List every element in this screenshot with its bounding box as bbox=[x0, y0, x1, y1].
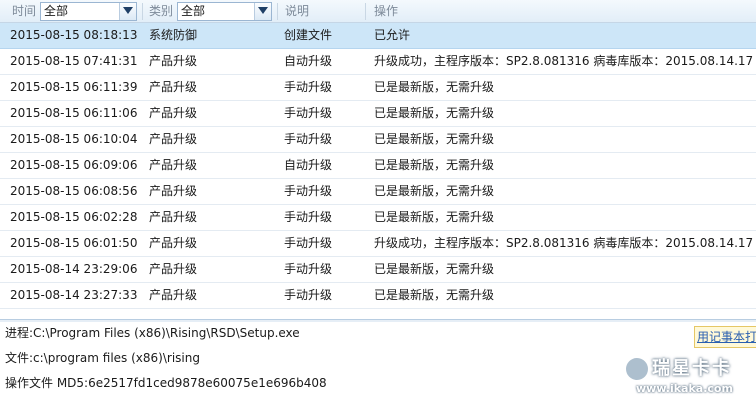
row-action: 已是最新版，无需升级 bbox=[374, 288, 495, 302]
table-row[interactable]: 2015-08-15 06:08:56 产品升级 手动升级 已是最新版，无需升级 bbox=[0, 179, 756, 205]
action-column-label: 操作 bbox=[374, 4, 399, 18]
rising-logo-icon bbox=[626, 358, 648, 380]
row-category: 产品升级 bbox=[149, 54, 198, 68]
row-action: 已是最新版，无需升级 bbox=[374, 210, 495, 224]
log-table: 2015-08-15 08:18:13 系统防御 创建文件 已允许 2015-0… bbox=[0, 23, 756, 309]
table-row[interactable]: 2015-08-15 08:18:13 系统防御 创建文件 已允许 bbox=[0, 23, 756, 49]
table-row[interactable]: 2015-08-14 23:29:06 产品升级 手动升级 已是最新版，无需升级 bbox=[0, 257, 756, 283]
row-action: 已允许 bbox=[374, 28, 411, 42]
row-description: 手动升级 bbox=[284, 210, 333, 224]
time-filter-value: 全部 bbox=[44, 4, 69, 18]
row-action: 已是最新版，无需升级 bbox=[374, 106, 495, 120]
table-row[interactable]: 2015-08-15 07:41:31 产品升级 自动升级 升级成功，主程序版本… bbox=[0, 49, 756, 75]
row-time: 2015-08-14 23:29:06 bbox=[10, 262, 138, 276]
file-md5: 操作文件 MD5:6e2517fd1ced9878e60075e1e696b40… bbox=[5, 376, 327, 390]
row-time: 2015-08-15 06:08:56 bbox=[10, 184, 138, 198]
row-description: 手动升级 bbox=[284, 288, 333, 302]
row-description: 手动升级 bbox=[284, 184, 333, 198]
table-row[interactable]: 2015-08-15 06:09:06 产品升级 自动升级 已是最新版，无需升级 bbox=[0, 153, 756, 179]
row-category: 产品升级 bbox=[149, 288, 198, 302]
time-column-label: 时间 bbox=[12, 4, 37, 18]
time-filter-select[interactable]: 全部 bbox=[40, 2, 137, 21]
desc-column-label: 说明 bbox=[285, 4, 310, 18]
table-row[interactable]: 2015-08-15 06:11:39 产品升级 手动升级 已是最新版，无需升级 bbox=[0, 75, 756, 101]
row-action: 已是最新版，无需升级 bbox=[374, 80, 495, 94]
row-category: 产品升级 bbox=[149, 158, 198, 172]
row-category: 产品升级 bbox=[149, 184, 198, 198]
row-time: 2015-08-15 06:01:50 bbox=[10, 236, 138, 250]
category-column-label: 类别 bbox=[149, 4, 174, 18]
chevron-down-icon[interactable] bbox=[119, 3, 136, 20]
chevron-down-icon[interactable] bbox=[254, 3, 271, 20]
row-action: 已是最新版，无需升级 bbox=[374, 262, 495, 276]
row-description: 手动升级 bbox=[284, 106, 333, 120]
row-category: 产品升级 bbox=[149, 80, 198, 94]
column-separator bbox=[142, 3, 143, 20]
row-time: 2015-08-15 06:09:06 bbox=[10, 158, 138, 172]
row-description: 自动升级 bbox=[284, 54, 333, 68]
filter-header: 时间 全部 类别 全部 说明 操作 bbox=[0, 0, 756, 23]
row-action: 已是最新版，无需升级 bbox=[374, 158, 495, 172]
row-category: 产品升级 bbox=[149, 106, 198, 120]
table-row[interactable]: 2015-08-14 23:27:33 产品升级 手动升级 已是最新版，无需升级 bbox=[0, 283, 756, 309]
row-time: 2015-08-15 06:11:39 bbox=[10, 80, 138, 94]
table-row[interactable]: 2015-08-15 06:11:06 产品升级 手动升级 已是最新版，无需升级 bbox=[0, 101, 756, 127]
row-description: 创建文件 bbox=[284, 28, 333, 42]
row-category: 产品升级 bbox=[149, 210, 198, 224]
category-filter-select[interactable]: 全部 bbox=[177, 2, 272, 21]
row-action: 已是最新版，无需升级 bbox=[374, 132, 495, 146]
row-category: 产品升级 bbox=[149, 262, 198, 276]
table-row[interactable]: 2015-08-15 06:10:04 产品升级 手动升级 已是最新版，无需升级 bbox=[0, 127, 756, 153]
table-row[interactable]: 2015-08-15 06:02:28 产品升级 手动升级 已是最新版，无需升级 bbox=[0, 205, 756, 231]
row-time: 2015-08-15 06:10:04 bbox=[10, 132, 138, 146]
row-category: 系统防御 bbox=[149, 28, 198, 42]
row-time: 2015-08-15 06:02:28 bbox=[10, 210, 138, 224]
watermark-title: 瑞星卡卡 bbox=[652, 358, 732, 379]
row-time: 2015-08-15 08:18:13 bbox=[10, 28, 138, 42]
row-description: 手动升级 bbox=[284, 262, 333, 276]
row-action: 升级成功，主程序版本：SP2.8.081316 病毒库版本：2015.08.14… bbox=[374, 236, 754, 250]
row-description: 手动升级 bbox=[284, 236, 333, 250]
row-description: 手动升级 bbox=[284, 132, 333, 146]
row-action: 已是最新版，无需升级 bbox=[374, 184, 495, 198]
row-category: 产品升级 bbox=[149, 132, 198, 146]
open-in-notepad-button[interactable]: 用记事本打开 bbox=[694, 326, 756, 348]
row-time: 2015-08-15 06:11:06 bbox=[10, 106, 138, 120]
column-separator bbox=[277, 3, 278, 20]
watermark: 瑞星卡卡 www.ikaka.com bbox=[614, 352, 756, 400]
row-time: 2015-08-14 23:27:33 bbox=[10, 288, 138, 302]
row-time: 2015-08-15 07:41:31 bbox=[10, 54, 138, 68]
category-filter-value: 全部 bbox=[181, 4, 206, 18]
watermark-url: www.ikaka.com bbox=[636, 382, 733, 395]
row-action: 升级成功，主程序版本：SP2.8.081316 病毒库版本：2015.08.14… bbox=[374, 54, 754, 68]
table-row[interactable]: 2015-08-15 06:01:50 产品升级 手动升级 升级成功，主程序版本… bbox=[0, 231, 756, 257]
process-path: 进程:C:\Program Files (x86)\Rising\RSD\Set… bbox=[5, 326, 300, 340]
row-description: 手动升级 bbox=[284, 80, 333, 94]
row-category: 产品升级 bbox=[149, 236, 198, 250]
row-description: 自动升级 bbox=[284, 158, 333, 172]
column-separator bbox=[365, 3, 366, 20]
file-path: 文件:c:\program files (x86)\rising bbox=[5, 351, 200, 365]
